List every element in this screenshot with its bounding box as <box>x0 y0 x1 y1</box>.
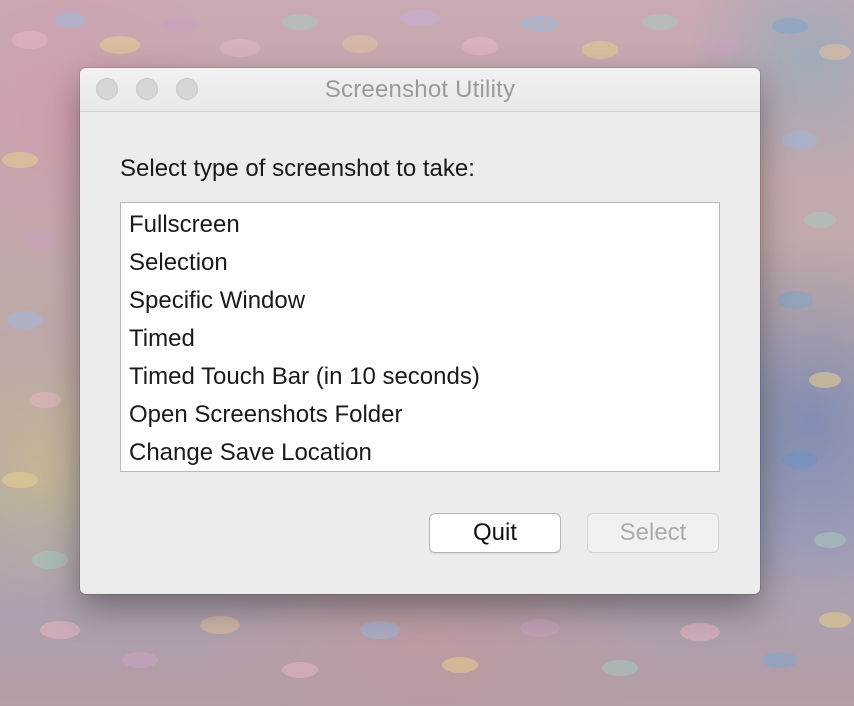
select-button[interactable]: Select <box>587 513 719 553</box>
title-bar[interactable]: Screenshot Utility <box>80 68 760 112</box>
option-open-screenshots-folder[interactable]: Open Screenshots Folder <box>121 396 719 434</box>
option-change-save-location[interactable]: Change Save Location <box>121 434 719 471</box>
screenshot-type-list[interactable]: Fullscreen Selection Specific Window Tim… <box>120 202 720 472</box>
dialog-prompt: Select type of screenshot to take: <box>120 155 475 182</box>
option-timed[interactable]: Timed <box>121 320 719 358</box>
screenshot-utility-window: Screenshot Utility Select type of screen… <box>80 68 760 594</box>
quit-button[interactable]: Quit <box>429 513 561 553</box>
option-timed-touch-bar[interactable]: Timed Touch Bar (in 10 seconds) <box>121 358 719 396</box>
option-selection[interactable]: Selection <box>121 244 719 282</box>
option-specific-window[interactable]: Specific Window <box>121 282 719 320</box>
option-fullscreen[interactable]: Fullscreen <box>121 206 719 244</box>
window-title: Screenshot Utility <box>324 76 516 103</box>
